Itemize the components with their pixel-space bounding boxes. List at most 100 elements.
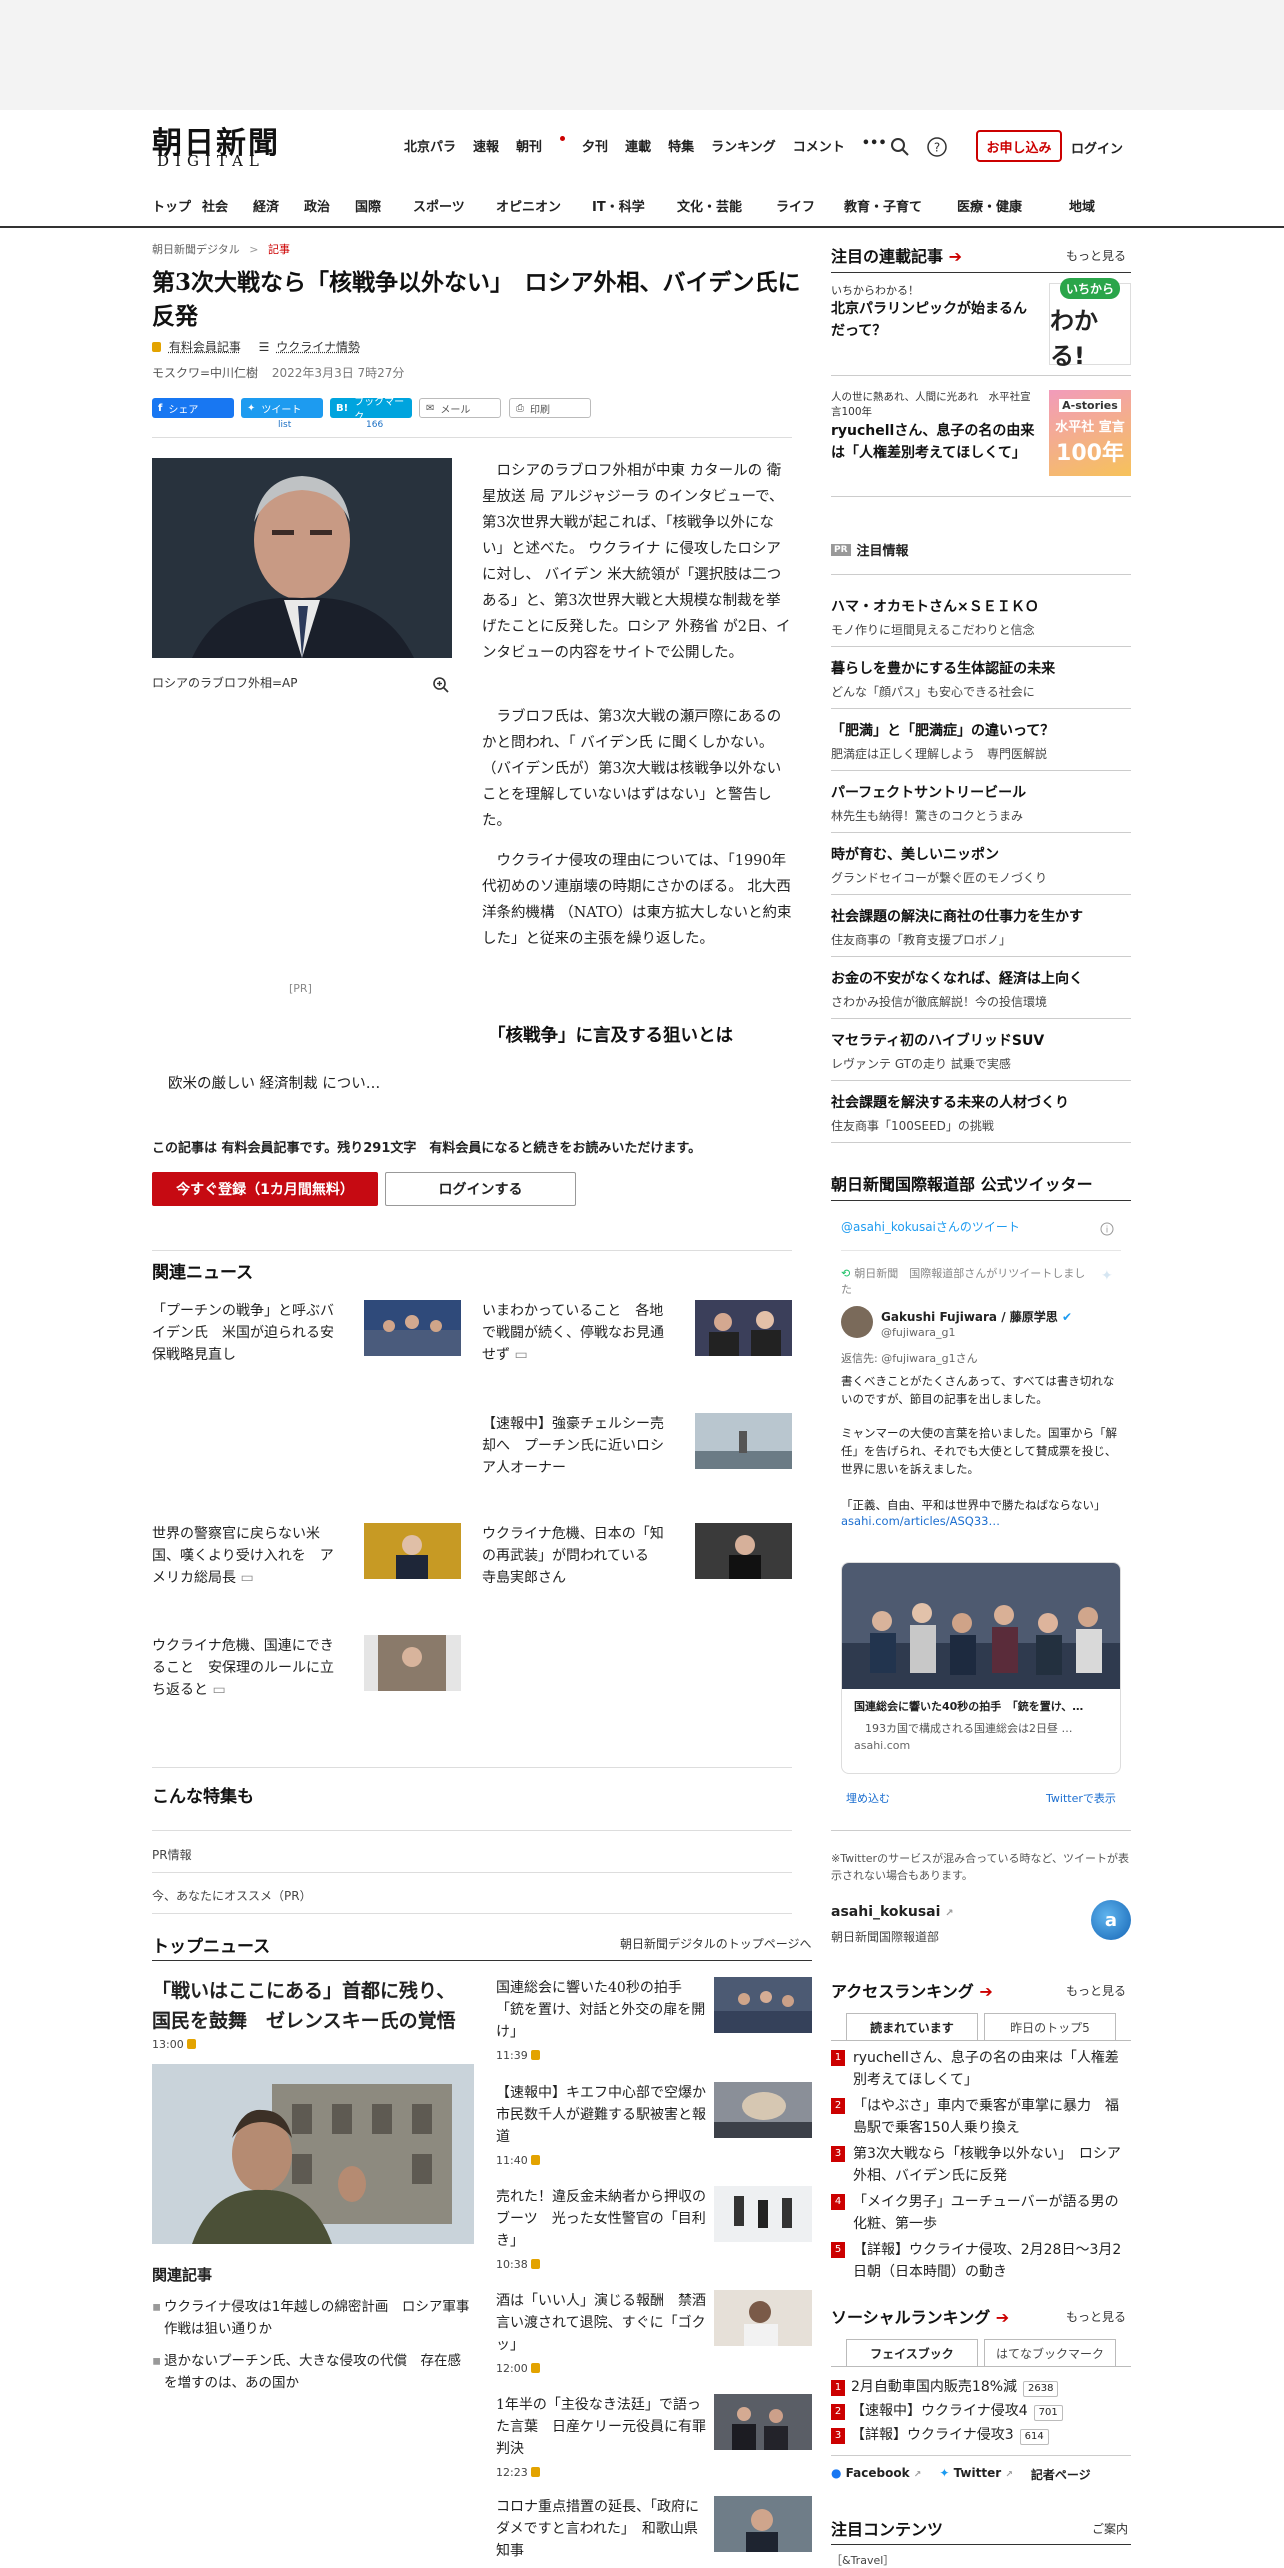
twitter-account[interactable]: asahi_kokusai ↗ [831,1904,954,1920]
top-news-item-4[interactable]: 酒は「いい人」演じる報酬 禁酒言い渡されて退院、すぐに「ゴクッ」 [496,2290,706,2356]
facebook-link[interactable]: ● Facebook ↗ [831,2466,921,2483]
related-thumb-5[interactable] [695,1523,792,1579]
top-news-thumb-4[interactable] [714,2290,812,2346]
attention-item-8-sub[interactable]: レヴァンテ GTの走り 試乗で実感 [831,1055,1011,1072]
top-news-item-1[interactable]: 国連総会に響いた40秒の拍手「銃を置け、対話と外交の扉を開け」 [496,1977,706,2043]
lead-related-item-2[interactable]: ▪ 退かないプーチン氏、大きな侵攻の代償 存在感を増すのは、あの国か [152,2350,474,2394]
topnav-breaking[interactable]: 速報 [473,136,499,155]
top-news-item-2[interactable]: 【速報中】キエフ中心部で空爆か 市民数千人が避難する駅被害と報道 [496,2082,720,2148]
topnav-morning[interactable]: 朝刊 [516,136,566,155]
more-icon[interactable]: ••• [862,136,887,155]
attention-item-2-title[interactable]: 暮らしを豊かにする生体認証の未来 [831,658,1131,680]
related-thumb-2[interactable] [695,1300,792,1356]
embed-link[interactable]: 埋め込む [846,1790,890,1806]
nav-education[interactable]: 教育・子育て [844,196,957,215]
access-rank-3[interactable]: 3 第3次大戦なら「核戦争以外ない」 ロシア外相、バイデン氏に反発 [831,2143,1131,2187]
related-item-6[interactable]: ウクライナ危機、国連にできること 安保理のルールに立ち返ると ▭ [152,1635,342,1701]
social-more-link[interactable]: もっと見る [1066,2308,1126,2325]
serial-more-link[interactable]: もっと見る [1066,247,1126,264]
top-news-item-6[interactable]: コロナ重点措置の延長、「政府にダメですと言われた」 和歌山県知事 [496,2496,706,2562]
site-logo-sub[interactable]: DIGITAL [157,152,265,170]
top-news-thumb-1[interactable] [714,1977,812,2033]
nav-politics[interactable]: 政治 [304,196,355,215]
attention-item-8-title[interactable]: マセラティ初のハイブリッドSUV [831,1030,1131,1052]
serial-2-badge[interactable]: A-stories 水平社 宣言 100年 [1049,390,1131,476]
nav-economy[interactable]: 経済 [253,196,304,215]
attention-item-1-title[interactable]: ハマ・オカモトさん×ＳＥＩＫＯ [831,596,1131,618]
attention-item-3-title[interactable]: 「肥満」と「肥満症」の違いって？ [831,720,1131,742]
member-tag[interactable]: 有料会員記事 [169,340,241,354]
serial-1-title[interactable]: 北京パラリンピックが始まるんだって？ [831,298,1031,342]
tweet-link[interactable]: asahi.com/articles/ASQ33… [841,1514,1000,1528]
tab-hatena[interactable]: はてなブックマーク [984,2339,1116,2367]
top-news-thumb-2[interactable] [714,2082,812,2138]
hatena-bookmark-button[interactable]: B! ブックマーク [330,397,412,423]
nav-opinion[interactable]: オピニオン [496,196,592,215]
nav-top[interactable]: トップ [152,196,202,215]
attention-item-7-sub[interactable]: さわかみ投信が徹底解説！今の投信環境 [831,993,1047,1010]
help-icon[interactable]: ? [926,136,948,158]
subscribe-button[interactable]: お申し込み [976,130,1062,162]
attention-item-5-title[interactable]: 時が育む、美しいニッポン [831,844,1131,866]
twitter-link[interactable]: ✦ Twitter ↗ [939,2466,1013,2483]
view-on-twitter-link[interactable]: Twitterで表示 [1046,1790,1116,1806]
tab-facebook[interactable]: フェイスブック [846,2339,978,2367]
related-item-4[interactable]: 世界の警察官に戻らない米国、嘆くより受け入れを アメリカ総局長 ▭ [152,1523,342,1589]
related-item-5[interactable]: ウクライナ危機、日本の「知の再武装」が問われている 寺島実郎さん [482,1523,672,1589]
article-login-button[interactable]: ログインする [385,1172,576,1206]
top-news-thumb-6[interactable] [714,2496,812,2552]
search-icon[interactable] [889,136,911,158]
access-rank-1[interactable]: 1 ryuchellさん、息子の名の由来は「人権差別考えてほしくて」 [831,2047,1131,2091]
mail-button[interactable]: ✉ メール [419,398,501,418]
attention-item-1-sub[interactable]: モノ作りに垣間見えるこだわりと信念 [831,621,1035,638]
serial-2-title[interactable]: ryuchellさん、息子の名の由来は「人権差別考えてほしくて」 [831,420,1041,464]
top-news-thumb-3[interactable] [714,2186,812,2242]
tweet-user-handle[interactable]: @fujiwara_g1 [881,1326,955,1339]
nav-it-science[interactable]: IT・科学 [592,196,677,215]
avatar[interactable] [841,1306,873,1338]
nav-international[interactable]: 国際 [355,196,413,215]
social-rank-1[interactable]: 1 2月自動車国内販売18%減 2638 [831,2376,1131,2398]
register-button[interactable]: 今すぐ登録（1カ月間無料） [152,1172,378,1206]
twitter-handle-line[interactable]: @asahi_kokusaiさんのツイート [841,1218,1020,1235]
topnav-special[interactable]: 特集 [668,136,694,155]
social-rank-3[interactable]: 3 【詳報】ウクライナ侵攻3 614 [831,2424,1131,2446]
top-news-thumb-5[interactable] [714,2394,812,2450]
tweet-user-name[interactable]: Gakushi Fujiwara / 藤原学思 ✔ [881,1308,1072,1325]
lead-news-photo[interactable] [152,2064,474,2244]
top-news-link[interactable]: 朝日新聞デジタルのトップページへ [620,1935,812,1952]
topnav-comment[interactable]: コメント [793,136,845,155]
serial-1-badge[interactable]: いちから わかる! [1049,277,1131,370]
twitter-share-button[interactable]: ✦ ツイート [241,398,323,418]
nav-life[interactable]: ライフ [776,196,844,215]
article-photo[interactable] [152,458,452,658]
related-item-1[interactable]: 「プーチンの戦争」と呼ぶバイデン氏 米国が迫られる安保戦略見直し [152,1300,342,1366]
print-button[interactable]: ⎙ 印刷 [509,398,591,418]
attention-item-4-title[interactable]: パーフェクトサントリービール [831,782,1131,804]
nav-society[interactable]: 社会 [202,196,253,215]
reporter-page-link[interactable]: 記者ページ [1031,2466,1091,2483]
kokusai-logo[interactable]: a [1091,1900,1131,1940]
hatena-count[interactable]: 166 [366,420,383,430]
nav-region[interactable]: 地域 [1069,196,1109,215]
topic-link[interactable]: ウクライナ情勢 [276,340,360,354]
featured-guide-link[interactable]: ご案内 [1092,2520,1128,2537]
tab-yesterday-top5[interactable]: 昨日のトップ5 [984,2013,1116,2041]
tab-read-now[interactable]: 読まれています [846,2013,978,2041]
related-thumb-4[interactable] [364,1523,461,1579]
related-item-2[interactable]: いまわかっていること 各地で戦闘が続く、停戦なお見通せず ▭ [482,1300,672,1366]
access-rank-2[interactable]: 2 「はやぶさ」車内で乗客が車掌に暴力 福島駅で乗客150人乗り換え [831,2095,1131,2139]
related-thumb-1[interactable] [364,1300,461,1356]
top-news-item-5[interactable]: 1年半の「主役なき法廷」で語った言葉 日産ケリー元役員に有罪判決 [496,2394,706,2460]
attention-item-5-sub[interactable]: グランドセイコーが繋ぐ匠のモノづくり [831,869,1047,886]
attention-item-4-sub[interactable]: 林先生も納得！驚きのコクとうまみ [831,807,1023,824]
related-thumb-6[interactable] [364,1635,461,1691]
lead-news-title[interactable]: 「戦いはここにある」首都に残り、国民を鼓舞 ゼレンスキー氏の覚悟 [152,1976,474,2036]
related-thumb-3[interactable] [695,1413,792,1469]
topnav-ranking[interactable]: ランキング [711,136,776,155]
attention-item-6-title[interactable]: 社会課題の解決に商社の仕事力を生かす [831,906,1131,928]
nav-culture[interactable]: 文化・芸能 [677,196,776,215]
tweet-card[interactable]: 国連総会に響いた40秒の拍手 「銃を置け、… 193カ国で構成される国連総会は2… [841,1562,1121,1774]
attention-item-7-title[interactable]: お金の不安がなくなれば、経済は上向く [831,968,1131,990]
facebook-share-button[interactable]: f シェア [152,398,234,418]
